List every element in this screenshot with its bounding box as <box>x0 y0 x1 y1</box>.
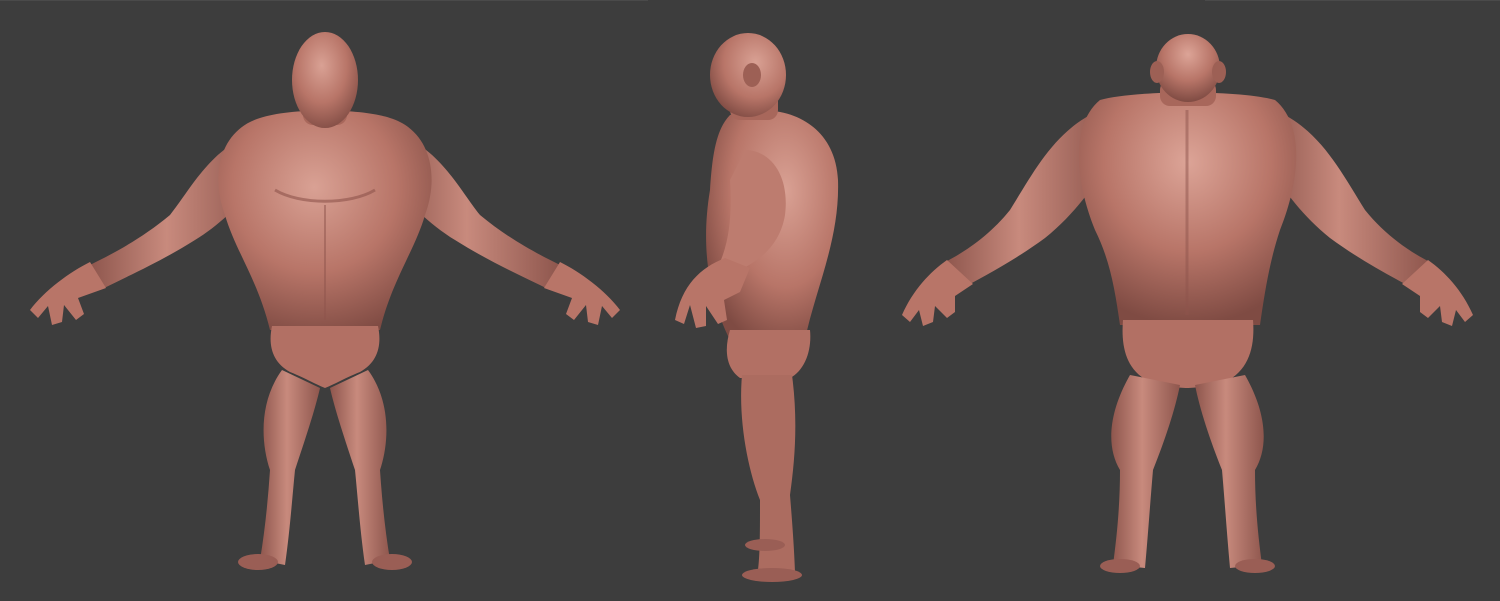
left-leg <box>260 370 320 565</box>
side-ear <box>743 63 761 87</box>
back-right-foot <box>1235 559 1275 573</box>
back-right-ear <box>1212 61 1226 83</box>
back-head <box>1156 34 1220 102</box>
sculpt-turnaround-viewport <box>0 0 1500 601</box>
head <box>292 32 358 128</box>
front-view-svg <box>30 32 620 570</box>
side-foot-back <box>745 539 785 551</box>
left-foot <box>238 554 278 570</box>
back-right-leg <box>1195 375 1264 568</box>
back-view-svg <box>902 34 1473 573</box>
side-view-svg <box>675 33 839 582</box>
back-view-figure <box>895 0 1480 601</box>
side-shorts <box>726 330 811 378</box>
right-hand <box>544 262 620 325</box>
right-foot <box>372 554 412 570</box>
left-hand <box>30 262 106 325</box>
front-view-figure <box>20 0 630 601</box>
side-view-figure <box>660 0 860 601</box>
back-left-ear <box>1150 61 1164 83</box>
right-leg <box>330 370 390 565</box>
back-left-leg <box>1111 375 1180 568</box>
side-foot-front <box>742 568 802 582</box>
back-left-foot <box>1100 559 1140 573</box>
